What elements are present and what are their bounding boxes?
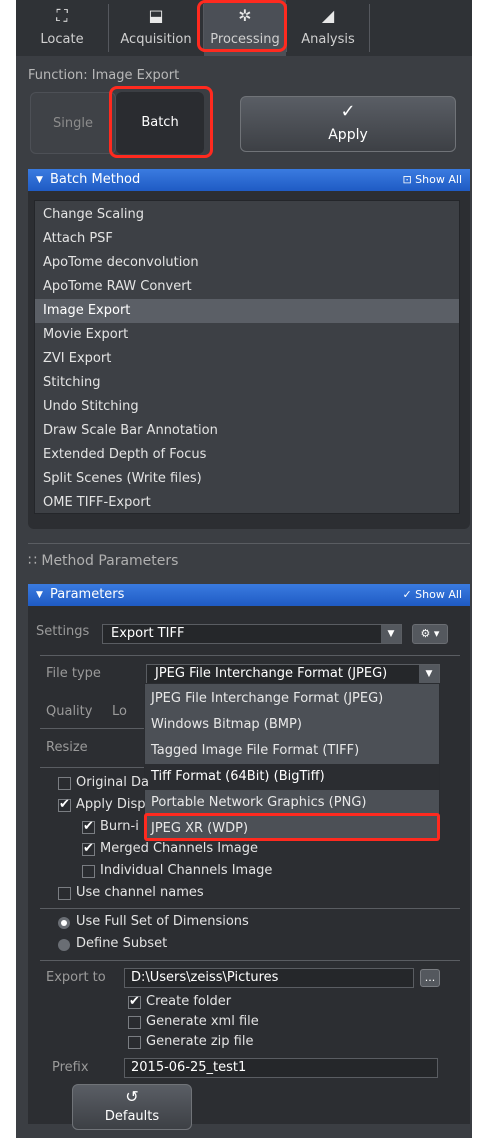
list-item[interactable]: Extended Depth of Focus — [35, 443, 459, 467]
quality-value: Lo — [112, 704, 127, 719]
generate-zip-checkbox[interactable] — [128, 1036, 141, 1049]
list-item[interactable]: Attach PSF — [35, 227, 459, 251]
export-to-label: Export to — [46, 970, 106, 985]
file-type-option[interactable]: Windows Bitmap (BMP) — [145, 712, 439, 738]
apply-display-checkbox[interactable] — [58, 797, 71, 812]
use-full-set-radio[interactable] — [58, 917, 70, 929]
use-full-set-label: Use Full Set of Dimensions — [76, 914, 249, 929]
merged-channels-label: Merged Channels Image — [100, 841, 258, 856]
chevron-down-icon: ▼ — [381, 625, 401, 643]
list-item[interactable]: ApoTome deconvolution — [35, 251, 459, 275]
list-item[interactable]: Split Scenes (Write files) — [35, 467, 459, 491]
method-parameters-heading[interactable]: ∷ Method Parameters — [28, 553, 178, 569]
burn-in-checkbox[interactable] — [82, 819, 95, 834]
burn-in-label: Burn-i — [100, 819, 139, 834]
settings-label: Settings — [36, 624, 90, 639]
apply-button[interactable]: ✓ Apply — [240, 96, 456, 152]
processing-highlight — [197, 0, 287, 52]
parameters-title: Parameters — [50, 587, 125, 602]
generate-zip-label: Generate zip file — [146, 1034, 254, 1049]
tab-acquisition-label: Acquisition — [120, 32, 192, 47]
browse-button[interactable]: ... — [420, 969, 440, 987]
function-label: Function: Image Export — [28, 68, 180, 83]
settings-gear-button[interactable]: ⚙ ▾ — [412, 624, 448, 644]
reset-icon: ↺ — [125, 1087, 139, 1106]
chevron-down-icon: ▼ — [419, 665, 439, 683]
analysis-icon: ◢ — [321, 6, 335, 25]
define-subset-radio[interactable] — [58, 939, 70, 951]
tab-analysis-label: Analysis — [301, 32, 355, 47]
acquisition-icon: ⬓ — [148, 6, 164, 25]
file-type-option-highlighted[interactable]: Tiff Format (64Bit) (BigTiff) — [145, 764, 439, 790]
individual-channels-label: Individual Channels Image — [100, 863, 273, 878]
tab-analysis[interactable]: ◢ Analysis — [287, 0, 369, 56]
list-item[interactable]: OME TIFF-Export — [35, 491, 459, 515]
defaults-button[interactable]: ↺ Defaults — [72, 1084, 192, 1130]
prefix-label: Prefix — [52, 1060, 89, 1075]
file-type-option[interactable]: Tagged Image File Format (TIFF) — [145, 738, 439, 764]
use-channel-names-checkbox[interactable] — [58, 887, 71, 900]
tab-acquisition[interactable]: ⬓ Acquisition — [109, 0, 203, 56]
batch-highlight — [109, 86, 213, 158]
defaults-label: Defaults — [104, 1109, 160, 1124]
original-data-label: Original Da — [76, 775, 149, 790]
define-subset-label: Define Subset — [76, 936, 168, 951]
list-item[interactable]: Undo Stitching — [35, 395, 459, 419]
use-channel-names-label: Use channel names — [76, 885, 204, 900]
generate-xml-checkbox[interactable] — [128, 1016, 141, 1029]
batch-method-list: Change Scaling Attach PSF ApoTome deconv… — [34, 200, 460, 514]
list-item[interactable]: ApoTome RAW Convert — [35, 275, 459, 299]
batch-method-header[interactable]: ▼ Batch Method ⊡ Show All — [28, 169, 470, 191]
list-item[interactable]: ZVI Export — [35, 347, 459, 371]
resize-label: Resize — [46, 740, 88, 755]
prefix-field[interactable]: 2015-06-25_test1 — [124, 1058, 438, 1078]
drag-handle-icon: ∷ — [28, 553, 42, 569]
apply-label: Apply — [328, 127, 368, 143]
file-type-value: JPEG File Interchange Format (JPEG) — [155, 666, 388, 681]
individual-channels-checkbox[interactable] — [82, 865, 95, 878]
batch-method-title: Batch Method — [50, 172, 141, 187]
list-item-selected[interactable]: Image Export — [35, 299, 459, 323]
tab-locate-label: Locate — [40, 32, 84, 47]
generate-xml-label: Generate xml file — [146, 1014, 259, 1029]
collapse-triangle-icon: ▼ — [36, 590, 43, 600]
merged-channels-checkbox[interactable] — [82, 841, 95, 856]
file-type-option[interactable]: JPEG File Interchange Format (JPEG) — [145, 686, 439, 712]
show-all-toggle[interactable]: ✓ Show All — [402, 584, 462, 606]
settings-value: Export TIFF — [111, 626, 185, 641]
settings-dropdown[interactable]: Export TIFF ▼ — [102, 624, 402, 644]
file-type-label: File type — [46, 666, 101, 681]
checkmark-icon: ✓ — [340, 101, 356, 122]
list-item[interactable]: Stitching — [35, 371, 459, 395]
quality-label: Quality — [46, 704, 93, 719]
create-folder-label: Create folder — [146, 994, 232, 1009]
parameters-header[interactable]: ▼ Parameters ✓ Show All — [28, 584, 470, 606]
show-all-toggle[interactable]: ⊡ Show All — [402, 169, 462, 191]
export-path-field[interactable]: D:\Users\zeiss\Pictures — [124, 968, 414, 988]
apply-display-label: Apply Disp — [76, 797, 146, 812]
list-item[interactable]: Draw Scale Bar Annotation — [35, 419, 459, 443]
list-item[interactable]: Movie Export — [35, 323, 459, 347]
file-type-dropdown[interactable]: JPEG File Interchange Format (JPEG) ▼ — [146, 664, 440, 684]
jpeg-xr-highlight — [144, 813, 440, 841]
list-item[interactable]: Change Scaling — [35, 203, 459, 227]
collapse-triangle-icon: ▼ — [36, 175, 43, 185]
single-button[interactable]: Single — [30, 92, 116, 154]
original-data-checkbox[interactable] — [58, 777, 71, 790]
method-parameters-label: Method Parameters — [41, 553, 179, 569]
locate-icon: ⛶ — [56, 6, 68, 25]
create-folder-checkbox[interactable] — [128, 994, 141, 1009]
processing-panel: ⛶ Locate ⬓ Acquisition ✲ Processing ◢ An… — [16, 0, 472, 1138]
tab-locate[interactable]: ⛶ Locate — [16, 0, 108, 56]
